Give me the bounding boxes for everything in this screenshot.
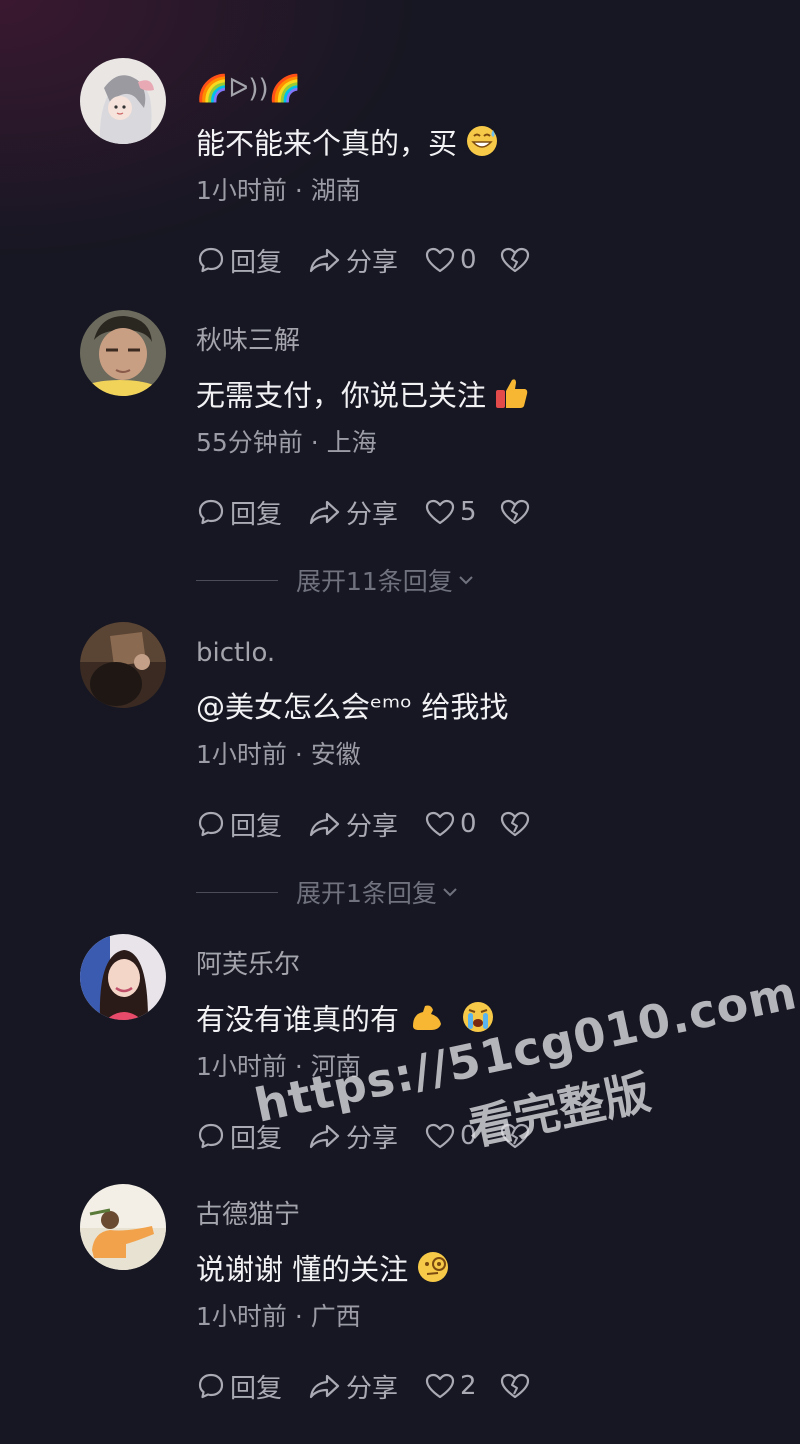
- thumbs-up-emoji: [494, 376, 530, 419]
- share-button[interactable]: 分享: [308, 1368, 398, 1405]
- like-count: 2: [460, 1371, 477, 1401]
- avatar[interactable]: [80, 58, 166, 144]
- comment-meta: 1小时前 · 湖南: [196, 176, 361, 205]
- comment-actions: 回复 分享 2: [196, 1366, 561, 1406]
- comment-text-content: 无需支付，你说已关注: [196, 378, 487, 413]
- share-icon: [309, 500, 340, 525]
- grinning-sweat-emoji: [465, 124, 499, 167]
- share-button[interactable]: 分享: [308, 494, 398, 531]
- heart-icon: [425, 247, 455, 273]
- username[interactable]: 古德猫宁: [196, 1198, 300, 1232]
- comment-text: @美女怎么会ᵉᵐᵒ 给我找: [196, 690, 509, 724]
- username[interactable]: bictlo.: [196, 636, 275, 670]
- like-button[interactable]: 2: [424, 1371, 477, 1401]
- chevron-down-icon: [443, 888, 457, 897]
- reply-label: 回复: [230, 811, 283, 842]
- broken-heart-icon: [500, 247, 529, 273]
- expand-replies-button[interactable]: 展开11条回复: [196, 562, 596, 598]
- reply-button[interactable]: 回复: [196, 806, 282, 843]
- reply-button[interactable]: 回复: [196, 242, 282, 279]
- reply-icon: [198, 811, 224, 837]
- heart-icon: [425, 1373, 455, 1399]
- monocle-face-emoji: [416, 1250, 450, 1293]
- username[interactable]: 阿芙乐尔: [196, 948, 300, 982]
- reply-label: 回复: [230, 1373, 283, 1404]
- like-button[interactable]: 5: [424, 497, 477, 527]
- like-button[interactable]: 0: [424, 809, 477, 839]
- share-icon: [309, 812, 340, 837]
- expand-replies-label: 展开11条回复: [296, 567, 453, 596]
- heart-icon: [425, 811, 455, 837]
- comment-meta: 55分钟前 · 上海: [196, 428, 377, 457]
- comment-actions: 回复 分享 0: [196, 240, 561, 280]
- comment-text: 无需支付，你说已关注: [196, 376, 530, 419]
- dislike-button[interactable]: [499, 1371, 535, 1401]
- username[interactable]: 秋味三解: [196, 324, 300, 358]
- reply-icon: [198, 247, 224, 273]
- avatar[interactable]: [80, 934, 166, 1020]
- share-icon: [309, 1374, 340, 1399]
- dislike-button[interactable]: [499, 497, 535, 527]
- comment-meta: 1小时前 · 安徽: [196, 740, 361, 769]
- like-count: 0: [460, 245, 477, 275]
- dislike-button[interactable]: [499, 245, 535, 275]
- reply-icon: [198, 499, 224, 525]
- comment-text: 能不能来个真的，买: [196, 124, 499, 167]
- heart-icon: [425, 499, 455, 525]
- comment-actions: 回复 分享 0: [196, 804, 561, 844]
- reply-button[interactable]: 回复: [196, 1368, 282, 1405]
- divider: [196, 891, 278, 893]
- comment-text: 说谢谢 懂的关注: [196, 1250, 450, 1293]
- reply-label: 回复: [230, 247, 283, 278]
- share-button[interactable]: 分享: [308, 242, 398, 279]
- muscle-emoji: [409, 1000, 445, 1043]
- reply-button[interactable]: 回复: [196, 494, 282, 531]
- username[interactable]: 🌈ᐅ))🌈: [196, 72, 301, 106]
- reply-label: 回复: [230, 499, 283, 530]
- share-icon: [309, 248, 340, 273]
- comment-text-content: 说谢谢 懂的关注: [196, 1252, 409, 1287]
- comment-meta: 1小时前 · 广西: [196, 1302, 361, 1331]
- share-label: 分享: [346, 811, 399, 842]
- comment-text-content: 能不能来个真的，买: [196, 126, 458, 161]
- share-label: 分享: [346, 247, 399, 278]
- like-button[interactable]: 0: [424, 245, 477, 275]
- broken-heart-icon: [500, 811, 529, 837]
- reply-icon: [198, 1373, 224, 1399]
- share-label: 分享: [346, 499, 399, 530]
- comment-text-content: 有没有谁真的有: [196, 1002, 400, 1037]
- avatar[interactable]: [80, 622, 166, 708]
- expand-replies-label: 展开1条回复: [296, 879, 437, 908]
- comment-actions: 回复 分享 5: [196, 492, 561, 532]
- broken-heart-icon: [500, 1373, 529, 1399]
- avatar[interactable]: [80, 1184, 166, 1270]
- chevron-down-icon: [459, 576, 473, 585]
- like-count: 0: [460, 809, 477, 839]
- avatar[interactable]: [80, 310, 166, 396]
- share-button[interactable]: 分享: [308, 806, 398, 843]
- reply-icon: [198, 1123, 224, 1149]
- expand-replies-button[interactable]: 展开1条回复: [196, 874, 596, 910]
- broken-heart-icon: [500, 499, 529, 525]
- dislike-button[interactable]: [499, 809, 535, 839]
- divider: [196, 579, 278, 581]
- share-label: 分享: [346, 1373, 399, 1404]
- like-count: 5: [460, 497, 477, 527]
